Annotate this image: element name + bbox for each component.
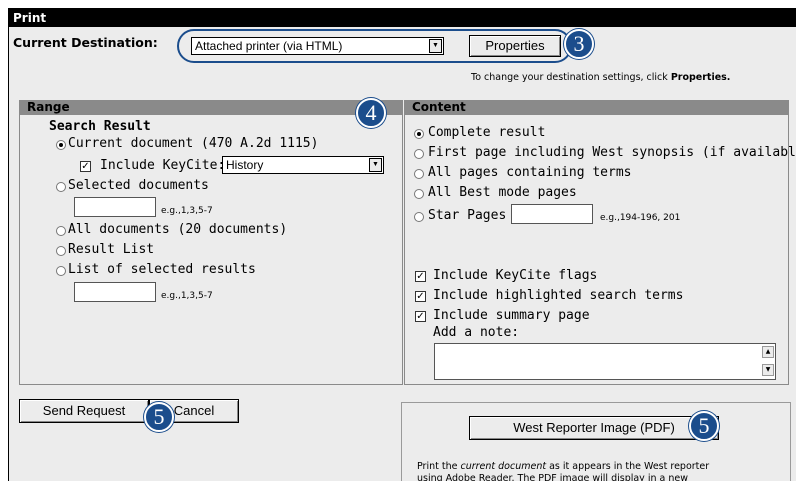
print-dialog: Print Current Destination: Attached prin…	[8, 8, 796, 481]
radio-current-document[interactable]	[56, 140, 66, 150]
all-best-mode-label: All Best mode pages	[428, 185, 577, 200]
hint-text: To change your destination settings, cli…	[471, 72, 671, 83]
west-reporter-pdf-button[interactable]: West Reporter Image (PDF)	[469, 416, 719, 440]
list-selected-label: List of selected results	[68, 262, 256, 277]
radio-list-selected[interactable]	[56, 266, 66, 276]
desc-italic: current document	[460, 461, 547, 472]
result-list-label: Result List	[68, 242, 155, 257]
radio-all-pages-terms[interactable]	[414, 169, 424, 179]
radio-first-page[interactable]	[414, 149, 424, 159]
pdf-description-line1: Print the current document as it appears…	[417, 461, 709, 473]
desc-suffix: as it appears in the West reporter	[546, 461, 710, 472]
scroll-down-icon[interactable]: ▼	[762, 364, 774, 376]
dialog-title: Print	[9, 9, 796, 27]
highlighted-terms-checkbox[interactable]: ✓	[415, 291, 426, 302]
destination-label: Current Destination:	[13, 35, 158, 50]
list-selected-input[interactable]	[74, 282, 156, 302]
radio-complete-result[interactable]	[414, 129, 424, 139]
current-document-label: Current document (470 A.2d 1115)	[68, 136, 319, 151]
desc-prefix: Print the	[417, 461, 461, 472]
highlighted-terms-label: Include highlighted search terms	[433, 288, 684, 303]
callout-badge-4: 4	[356, 98, 386, 128]
star-pages-label: Star Pages	[428, 208, 507, 223]
note-textarea[interactable]: ▲ ▼	[434, 343, 776, 380]
summary-page-checkbox[interactable]: ✓	[415, 311, 426, 322]
callout-badge-5-send: 5	[144, 402, 174, 432]
destination-select[interactable]: Attached printer (via HTML) ▼	[191, 37, 444, 55]
chevron-down-icon[interactable]: ▼	[429, 39, 442, 53]
pdf-description-line2: using Adobe Reader. The PDF image will d…	[417, 473, 688, 481]
radio-result-list[interactable]	[56, 246, 66, 256]
chevron-down-icon[interactable]: ▼	[369, 158, 382, 172]
radio-all-best-mode[interactable]	[414, 189, 424, 199]
include-keycite-label: Include KeyCite:	[100, 158, 226, 173]
keycite-value: History	[226, 158, 264, 172]
all-documents-label: All documents (20 documents)	[68, 222, 288, 237]
complete-result-label: Complete result	[428, 125, 546, 140]
selected-documents-input[interactable]	[74, 197, 156, 217]
destination-value: Attached printer (via HTML)	[195, 39, 343, 53]
selected-documents-label: Selected documents	[68, 178, 209, 193]
include-keycite-checkbox[interactable]: ✓	[80, 161, 91, 172]
keycite-flags-label: Include KeyCite flags	[433, 268, 598, 283]
callout-badge-3: 3	[564, 29, 594, 59]
star-pages-example: e.g.,194-196, 201	[600, 213, 681, 223]
range-header: Range	[19, 100, 403, 114]
hint-bold-text: Properties.	[670, 72, 731, 83]
list-selected-example: e.g.,1,3,5-7	[161, 291, 213, 301]
selected-documents-example: e.g.,1,3,5-7	[161, 206, 213, 216]
star-pages-input[interactable]	[511, 204, 593, 224]
keycite-flags-checkbox[interactable]: ✓	[415, 271, 426, 282]
summary-page-label: Include summary page	[433, 308, 590, 323]
radio-selected-documents[interactable]	[56, 182, 66, 192]
first-page-label: First page including West synopsis (if a…	[428, 145, 796, 160]
send-request-button[interactable]: Send Request	[19, 399, 149, 423]
content-header: Content	[404, 100, 789, 114]
search-result-title: Search Result	[49, 119, 151, 134]
scroll-up-icon[interactable]: ▲	[762, 346, 774, 358]
radio-all-documents[interactable]	[56, 226, 66, 236]
callout-badge-5-pdf: 5	[689, 411, 719, 441]
radio-star-pages[interactable]	[414, 212, 424, 222]
all-pages-terms-label: All pages containing terms	[428, 165, 632, 180]
keycite-select[interactable]: History ▼	[222, 156, 384, 174]
add-note-label: Add a note:	[433, 325, 520, 340]
properties-button[interactable]: Properties	[469, 35, 561, 57]
destination-hint: To change your destination settings, cli…	[471, 72, 730, 83]
